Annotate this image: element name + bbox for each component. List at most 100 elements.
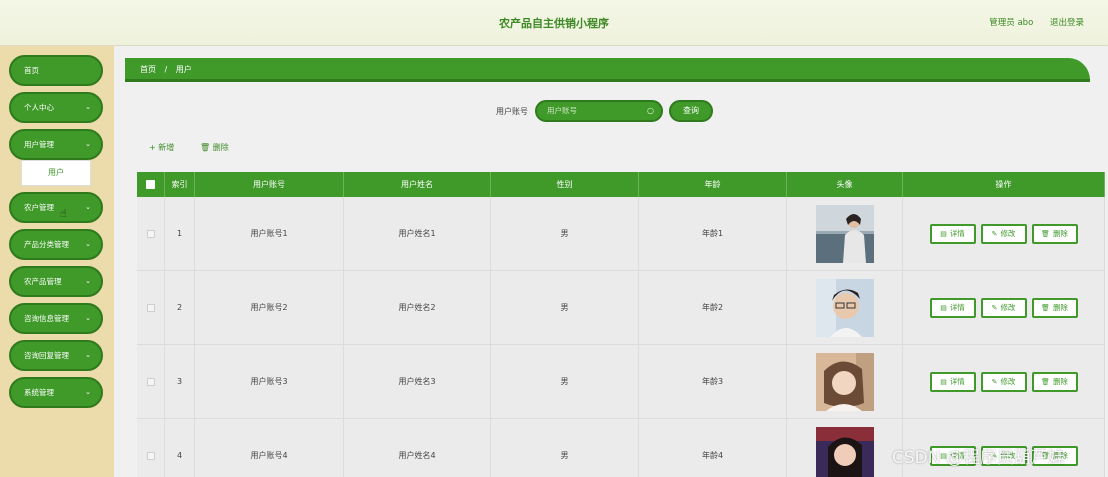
gender-cell: 男	[491, 197, 639, 270]
sidebar-item-home[interactable]: 首页	[9, 55, 103, 86]
index-cell: 3	[165, 345, 195, 418]
current-user-label[interactable]: 管理员 abo	[989, 18, 1033, 28]
name-cell: 用户姓名3	[344, 345, 491, 418]
column-header: 用户姓名	[344, 172, 491, 197]
delete-button[interactable]: 🗑 删除	[1031, 371, 1078, 392]
add-button[interactable]: + 新增	[149, 142, 174, 153]
search-label: 用户账号	[496, 107, 528, 116]
row-actions: ▤ 详情 ✎ 修改 🗑 删除	[903, 345, 1105, 418]
users-table: 索引 用户账号 用户姓名 性别 年龄 头像 操作 1 用户账号1 用户姓名1 男…	[137, 172, 1105, 477]
sidebar-item-farmer-management[interactable]: 农户管理 ⌄	[9, 192, 103, 223]
checkbox-cell	[137, 197, 165, 270]
table-header: 索引 用户账号 用户姓名 性别 年龄 头像 操作	[137, 172, 1105, 197]
column-header: 索引	[165, 172, 195, 197]
chevron-down-icon: ⌄	[85, 203, 91, 211]
row-checkbox[interactable]	[146, 451, 155, 460]
table-row: 1 用户账号1 用户姓名1 男 年龄1 ▤ 详情 ✎ 修改 🗑 删除	[137, 197, 1105, 271]
row-checkbox[interactable]	[146, 229, 155, 238]
age-cell: 年龄3	[639, 345, 787, 418]
avatar-cell	[787, 419, 903, 477]
account-cell: 用户账号1	[195, 197, 344, 270]
select-all-cell	[137, 172, 165, 197]
breadcrumb-home[interactable]: 首页	[140, 65, 156, 74]
row-checkbox[interactable]	[146, 303, 155, 312]
sidebar-item-label: 个人中心	[24, 103, 54, 112]
chevron-down-icon: ⌄	[85, 314, 91, 322]
app-title: 农产品自主供销小程序	[499, 17, 609, 30]
sidebar-item-consult-reply[interactable]: 咨询回复管理 ⌄	[9, 340, 103, 371]
edit-button[interactable]: ✎ 修改	[980, 371, 1027, 392]
top-right-links: 管理员 abo 退出登录	[975, 16, 1084, 28]
add-label: 新增	[158, 143, 175, 152]
index-cell: 2	[165, 271, 195, 344]
detail-label: 详情	[949, 377, 965, 386]
sidebar-item-label: 产品分类管理	[24, 240, 69, 249]
detail-button[interactable]: ▤ 详情	[929, 371, 976, 392]
sidebar-item-personal-center[interactable]: 个人中心 ⌄	[9, 92, 103, 123]
trash-icon: 🗑	[200, 143, 211, 152]
query-button[interactable]: 查询	[669, 100, 713, 122]
logout-link[interactable]: 退出登录	[1050, 18, 1084, 28]
edit-button[interactable]: ✎ 修改	[980, 297, 1027, 318]
gender-cell: 男	[491, 419, 639, 477]
trash-icon: 🗑	[1041, 303, 1050, 312]
watermark: CSDN @程序员葫芦娃	[892, 448, 1065, 468]
avatar-cell	[787, 345, 903, 418]
delete-button[interactable]: 🗑 删除	[1031, 297, 1078, 318]
gender-cell: 男	[491, 345, 639, 418]
avatar	[815, 426, 874, 477]
sidebar-item-product-management[interactable]: 农产品管理 ⌄	[9, 266, 103, 297]
sidebar: 首页 个人中心 ⌄ 用户管理 ⌄ 农户管理 ⌄ 产品分类管理 ⌄ 农产品管理 ⌄…	[0, 46, 114, 477]
top-bar: 农产品自主供销小程序 管理员 abo 退出登录	[0, 0, 1108, 46]
delete-label: 删除	[1052, 377, 1068, 386]
mouse-pointer-icon: ☝	[60, 207, 67, 220]
sidebar-item-label: 咨询回复管理	[24, 351, 69, 360]
name-cell: 用户姓名1	[344, 197, 491, 270]
avatar-cell	[787, 271, 903, 344]
submenu-item-users[interactable]: 用户	[21, 160, 91, 186]
breadcrumb: 首页 / 用户	[125, 58, 1090, 82]
pencil-icon: ✎	[991, 377, 998, 386]
edit-button[interactable]: ✎ 修改	[980, 223, 1027, 244]
delete-label: 删除	[1052, 303, 1068, 312]
edit-label: 修改	[1000, 377, 1016, 386]
detail-button[interactable]: ▤ 详情	[929, 223, 976, 244]
delete-label: 删除	[212, 143, 229, 152]
edit-label: 修改	[1000, 303, 1016, 312]
search-input[interactable]: 用户账号 ○	[535, 100, 663, 122]
sidebar-item-consult-info[interactable]: 咨询信息管理 ⌄	[9, 303, 103, 334]
row-checkbox[interactable]	[146, 377, 155, 386]
avatar	[815, 352, 874, 411]
search-placeholder: 用户账号	[547, 106, 577, 115]
sidebar-item-user-management[interactable]: 用户管理 ⌄	[9, 129, 103, 160]
row-actions: ▤ 详情 ✎ 修改 🗑 删除	[903, 197, 1105, 270]
pencil-icon: ✎	[991, 229, 998, 238]
row-actions: ▤ 详情 ✎ 修改 🗑 删除	[903, 271, 1105, 344]
checkbox-cell	[137, 419, 165, 477]
sidebar-item-label: 农产品管理	[24, 277, 62, 286]
sidebar-item-label: 咨询信息管理	[24, 314, 69, 323]
chevron-down-icon: ⌄	[85, 140, 91, 148]
chevron-down-icon: ⌄	[85, 277, 91, 285]
account-cell: 用户账号3	[195, 345, 344, 418]
account-cell: 用户账号4	[195, 419, 344, 477]
avatar	[815, 278, 874, 337]
detail-icon: ▤	[940, 377, 947, 386]
sidebar-item-category-management[interactable]: 产品分类管理 ⌄	[9, 229, 103, 260]
detail-button[interactable]: ▤ 详情	[929, 297, 976, 318]
search-icon: ○	[647, 106, 654, 115]
select-all-checkbox[interactable]	[146, 180, 155, 189]
bulk-delete-button[interactable]: 🗑 删除	[200, 142, 229, 153]
edit-label: 修改	[1000, 229, 1016, 238]
table-row: 3 用户账号3 用户姓名3 男 年龄3 ▤ 详情 ✎ 修改 🗑 删除	[137, 345, 1105, 419]
detail-icon: ▤	[940, 303, 947, 312]
sidebar-item-label: 首页	[24, 66, 39, 75]
column-header: 用户账号	[195, 172, 344, 197]
age-cell: 年龄1	[639, 197, 787, 270]
sidebar-item-system-management[interactable]: 系统管理 ⌄	[9, 377, 103, 408]
sidebar-item-label: 农户管理	[24, 203, 54, 212]
chevron-down-icon: ⌄	[85, 103, 91, 111]
table-row: 2 用户账号2 用户姓名2 男 年龄2 ▤ 详情 ✎ 修改 🗑 删除	[137, 271, 1105, 345]
delete-button[interactable]: 🗑 删除	[1031, 223, 1078, 244]
breadcrumb-separator: /	[164, 65, 168, 74]
